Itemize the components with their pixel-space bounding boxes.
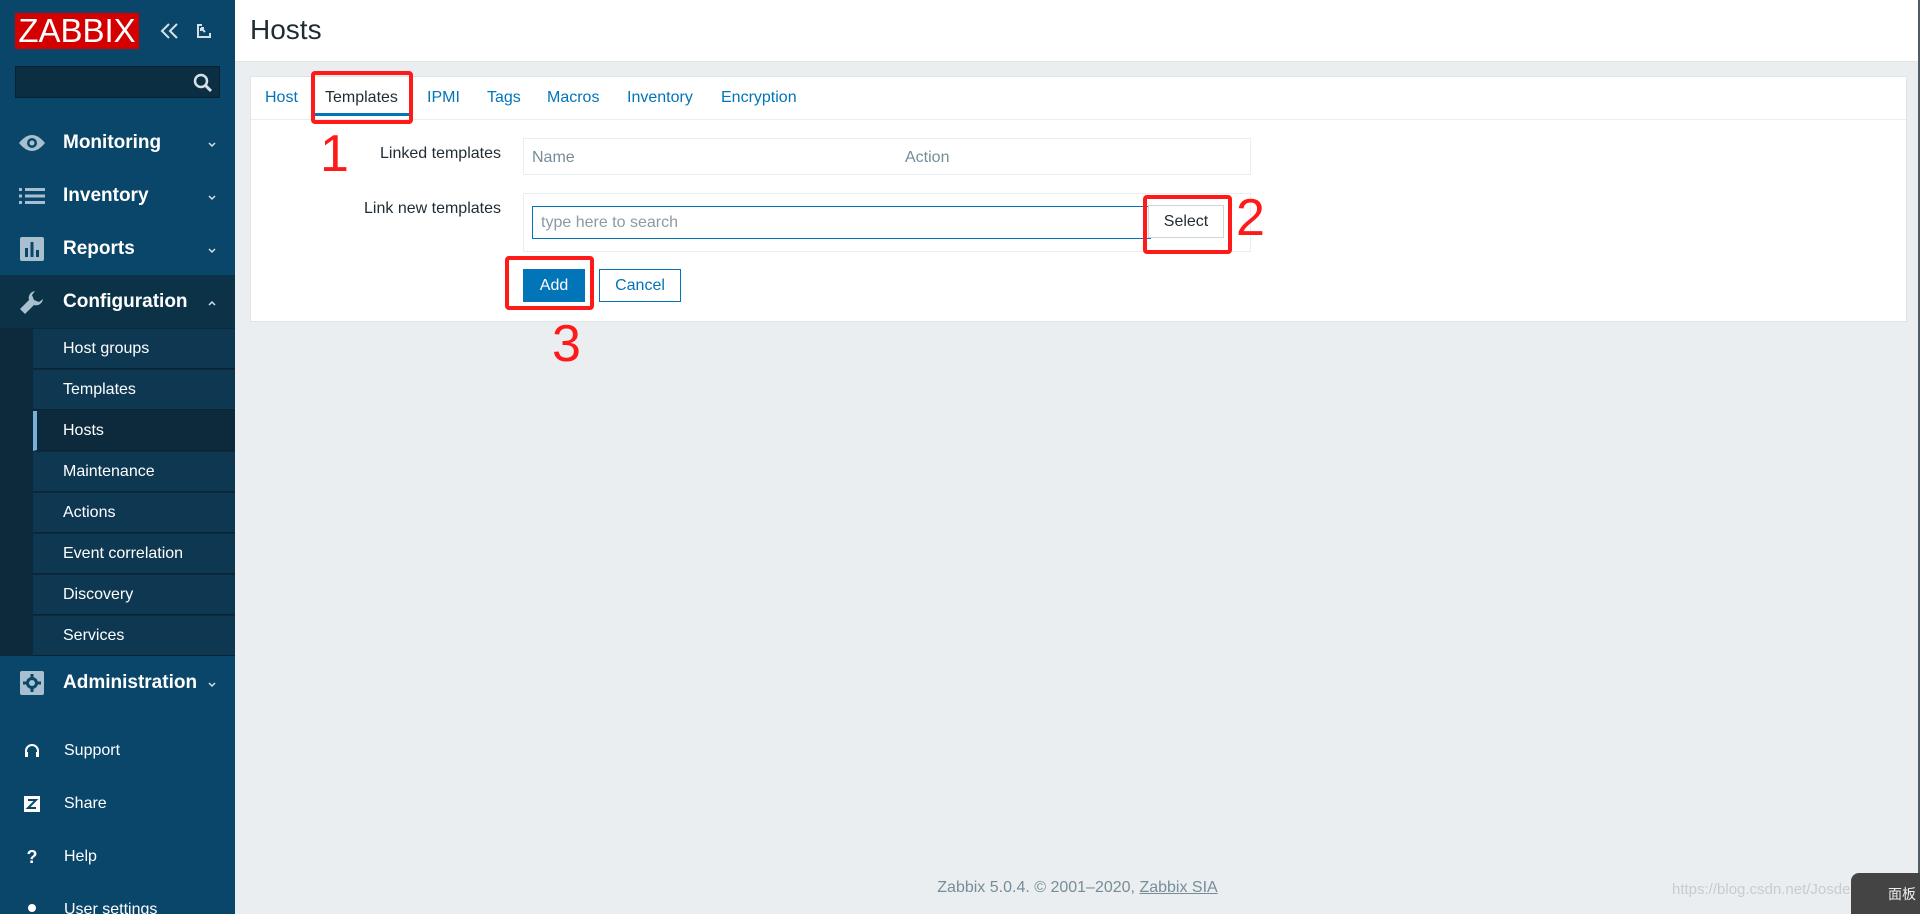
menu-label: Reports [63, 237, 135, 259]
share-link[interactable]: Share [0, 784, 235, 824]
tab-encryption[interactable]: Encryption [721, 89, 797, 107]
sidebar-search-input[interactable] [15, 66, 220, 98]
submenu-discovery[interactable]: Discovery [33, 575, 235, 615]
annotation-number-3: 3 [552, 315, 581, 373]
eye-icon [18, 130, 46, 156]
footer-text: Zabbix 5.0.4. © 2001–2020, [937, 879, 1140, 896]
wrench-icon [18, 289, 46, 315]
user-icon [22, 900, 42, 914]
footer: Zabbix 5.0.4. © 2001–2020, Zabbix SIA [235, 879, 1920, 897]
annotation-number-2: 2 [1236, 189, 1265, 247]
column-header-name: Name [532, 149, 575, 166]
menu-label: Monitoring [63, 131, 162, 153]
zabbix-logo[interactable]: ZABBIX [15, 13, 139, 49]
host-form: Host Templates IPMI Tags Macros Inventor… [250, 76, 1907, 322]
submenu-actions[interactable]: Actions [33, 493, 235, 533]
support-link[interactable]: Support [0, 731, 235, 771]
annotation-number-1: 1 [320, 125, 349, 183]
menu-label: Inventory [63, 184, 149, 206]
sidebar: ZABBIX Monitoring Inventory Reports Conf… [0, 0, 235, 914]
help-icon: ? [26, 846, 38, 867]
menu-configuration[interactable]: Configuration [0, 275, 235, 328]
linked-templates-label: Linked templates [380, 145, 501, 162]
headset-icon [22, 741, 42, 761]
menu-inventory[interactable]: Inventory [0, 169, 235, 222]
page-title: Hosts [250, 14, 322, 45]
cancel-button[interactable]: Cancel [599, 269, 681, 302]
chevron-down-icon [206, 135, 218, 148]
annotation-box-select-button [1143, 195, 1232, 254]
link-new-templates-box [523, 193, 1251, 252]
template-search-input[interactable] [532, 206, 1151, 239]
tab-inventory[interactable]: Inventory [627, 89, 693, 107]
list-icon [18, 183, 46, 209]
tab-bar: Host Templates IPMI Tags Macros Inventor… [251, 77, 1906, 120]
column-header-action: Action [905, 149, 950, 166]
help-link[interactable]: ? Help [0, 837, 235, 877]
tab-ipmi[interactable]: IPMI [427, 89, 460, 107]
footer-link[interactable]: Zabbix SIA [1139, 879, 1217, 896]
submenu-maintenance[interactable]: Maintenance [33, 452, 235, 492]
search-icon[interactable] [192, 72, 214, 94]
tab-macros[interactable]: Macros [547, 89, 599, 107]
chevron-down-icon [206, 675, 218, 688]
share-z-icon [22, 794, 42, 814]
page-header: Hosts [235, 0, 1920, 62]
compact-view-icon[interactable] [192, 19, 216, 43]
link-new-templates-label: Link new templates [364, 200, 501, 217]
gear-icon [18, 670, 46, 696]
corner-panel-button[interactable]: 面板 [1851, 873, 1920, 914]
tab-host[interactable]: Host [265, 89, 298, 107]
chevron-up-icon [206, 294, 218, 306]
help-label: Help [64, 848, 97, 865]
menu-administration[interactable]: Administration [0, 656, 235, 709]
submenu-hosts[interactable]: Hosts [33, 411, 235, 451]
submenu-services[interactable]: Services [33, 616, 235, 656]
submenu-host-groups[interactable]: Host groups [33, 329, 235, 369]
annotation-box-add-button [505, 256, 594, 310]
menu-label: Configuration [63, 290, 188, 312]
menu-reports[interactable]: Reports [0, 222, 235, 275]
linked-templates-table: Name Action [523, 138, 1251, 175]
menu-monitoring[interactable]: Monitoring [0, 116, 235, 169]
tab-tags[interactable]: Tags [487, 89, 521, 107]
submenu-event-correlation[interactable]: Event correlation [33, 534, 235, 574]
collapse-sidebar-icon[interactable] [158, 19, 182, 43]
chevron-down-icon [206, 241, 218, 254]
support-label: Support [64, 742, 121, 759]
bar-chart-icon [18, 236, 46, 262]
annotation-box-templates-tab [311, 71, 413, 124]
submenu-templates[interactable]: Templates [33, 370, 235, 410]
user-settings-link[interactable]: User settings [0, 890, 235, 914]
share-label: Share [64, 795, 107, 812]
chevron-down-icon [206, 188, 218, 201]
menu-label: Administration [63, 671, 198, 693]
user-settings-label: User settings [64, 901, 158, 914]
